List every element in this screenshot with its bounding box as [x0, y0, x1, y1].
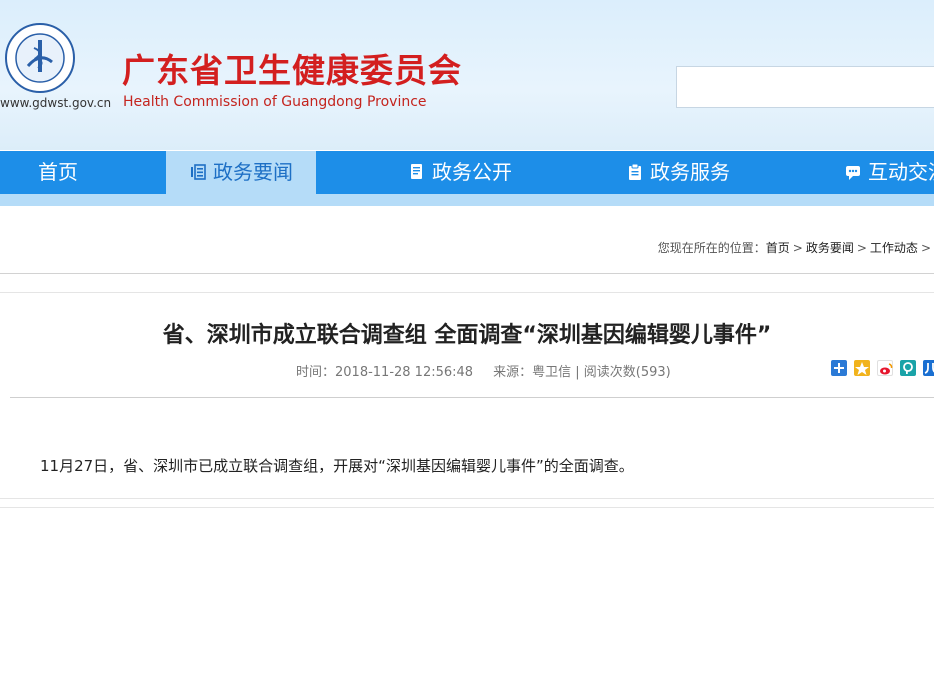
divider [0, 507, 934, 508]
article-time: 时间：2018-11-28 12:56:48 [296, 365, 474, 380]
article-views: 阅读次数(593) [583, 365, 671, 380]
breadcrumb-prefix: 您现在所在的位置： [657, 241, 766, 255]
nav-underbar [0, 194, 934, 206]
nav-item-label: 政务公开 [432, 160, 512, 184]
nav-item-news[interactable]: 政务要闻 [166, 151, 316, 194]
breadcrumb-work-updates[interactable]: 工作动态 [870, 241, 918, 255]
search-input[interactable] [676, 66, 934, 108]
qzone-icon[interactable] [854, 360, 870, 376]
nav-item-open-affairs[interactable]: 政务公开 [409, 151, 512, 194]
plus-share-icon[interactable] [831, 360, 847, 376]
meta-separator: | [571, 365, 584, 380]
pinterest-icon[interactable] [900, 360, 916, 376]
renren-icon[interactable] [923, 360, 934, 376]
clipboard-icon [629, 163, 641, 180]
divider [0, 273, 934, 274]
divider [10, 397, 934, 398]
weibo-icon[interactable] [877, 360, 893, 376]
site-url[interactable]: www.gdwst.gov.cn [0, 96, 111, 110]
site-subtitle: Health Commission of Guangdong Province [123, 94, 427, 110]
breadcrumb: 您现在所在的位置：首页 > 政务要闻 > 工作动态 > [658, 239, 934, 256]
article-source: 来源：粤卫信 [493, 365, 572, 380]
chat-icon [846, 166, 860, 180]
breadcrumb-news[interactable]: 政务要闻 [806, 241, 854, 255]
nav-item-label: 政务服务 [650, 160, 730, 184]
article-body: 11月27日，省、深圳市已成立联合调查组，开展对“深圳基因编辑婴儿事件”的全面调… [40, 457, 634, 475]
nav-item-label: 互动交流 [868, 160, 934, 184]
nav-item-services[interactable]: 政务服务 [627, 151, 730, 194]
breadcrumb-separator: > [920, 241, 931, 255]
nav-item-label: 政务要闻 [213, 160, 293, 184]
breadcrumb-home[interactable]: 首页 [766, 241, 790, 255]
nav-item-interaction[interactable]: 互动交流 [845, 151, 934, 194]
breadcrumb-separator: > [792, 241, 803, 255]
commission-logo[interactable] [4, 22, 76, 94]
nav-item-home[interactable]: 首页 [38, 151, 78, 194]
article-meta: 时间：2018-11-28 12:56:48 来源：粤卫信 | 阅读次数(593) [296, 361, 671, 380]
breadcrumb-separator: > [856, 241, 867, 255]
site-header: www.gdwst.gov.cn 广东省卫生健康委员会 Health Commi… [0, 0, 934, 150]
nav-item-label: 首页 [38, 160, 78, 184]
news-icon [191, 164, 206, 180]
site-title[interactable]: 广东省卫生健康委员会 [122, 44, 462, 92]
main-nav: 首页 政务要闻 政务公开 政务服务 互动交 [0, 151, 934, 194]
document-icon [411, 164, 422, 179]
article-title: 省、深圳市成立联合调查组 全面调查“深圳基因编辑婴儿事件” [162, 323, 772, 348]
